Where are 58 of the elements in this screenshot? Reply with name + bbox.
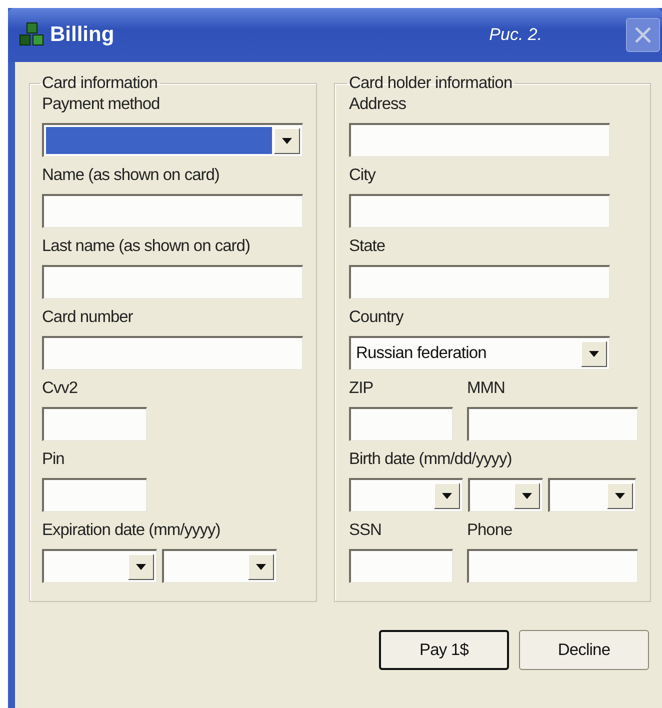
field-label: Card number: [42, 307, 134, 328]
dialog-button[interactable]: Pay 1$: [379, 630, 509, 670]
field-label: ZIP: [349, 378, 374, 399]
dropdown-button[interactable]: [274, 128, 300, 154]
dropdown-button[interactable]: [434, 482, 460, 508]
group-title: Card information: [41, 74, 159, 93]
dropdown[interactable]: [42, 123, 303, 157]
input-field[interactable]: [349, 549, 453, 583]
caret-icon: [589, 350, 599, 356]
field-label: Address: [349, 94, 408, 115]
caret-icon: [615, 492, 625, 498]
field-label: Last name (as shown on card): [42, 236, 251, 257]
cubes-icon: [18, 22, 46, 48]
field-label: Phone: [467, 520, 514, 541]
dropdown[interactable]: [42, 549, 157, 583]
caret-icon: [136, 564, 146, 570]
window-title: Billing: [50, 23, 114, 47]
caret-icon: [282, 138, 292, 144]
dropdown[interactable]: [349, 478, 463, 512]
figure-caption: Рис. 2.: [489, 25, 542, 45]
field-label: SSN: [349, 520, 382, 541]
close-icon: [633, 25, 653, 45]
field-label: Pin: [42, 449, 66, 470]
caret-icon: [522, 492, 532, 498]
dropdown[interactable]: [162, 549, 277, 583]
field-label: Cvv2: [42, 378, 79, 399]
caret-icon: [442, 492, 452, 498]
group-title: Card holder information: [348, 74, 514, 93]
input-field[interactable]: [349, 194, 610, 228]
dropdown-button[interactable]: [248, 554, 274, 580]
field-label: Name (as shown on card): [42, 165, 220, 186]
input-field[interactable]: [349, 265, 610, 299]
input-field[interactable]: [467, 407, 638, 441]
field-label: Birth date (mm/dd/yyyy): [349, 449, 513, 470]
dropdown-value: Russian federation: [356, 344, 486, 363]
field-label: Payment method: [42, 94, 161, 115]
input-field[interactable]: [42, 336, 303, 370]
dropdown-button[interactable]: [581, 340, 607, 366]
input-field[interactable]: [42, 407, 147, 441]
input-field[interactable]: [349, 123, 610, 157]
dropdown-button[interactable]: [607, 482, 633, 508]
field-label: City: [349, 165, 377, 186]
input-field[interactable]: [467, 549, 638, 583]
dialog-button[interactable]: Decline: [519, 630, 649, 670]
input-field[interactable]: [42, 265, 303, 299]
field-label: Expiration date (mm/yyyy): [42, 520, 222, 541]
caret-icon: [256, 564, 266, 570]
field-label: Country: [349, 307, 405, 328]
input-field[interactable]: [42, 194, 303, 228]
dropdown[interactable]: Russian federation: [349, 336, 610, 370]
dropdown-button[interactable]: [514, 482, 540, 508]
dropdown[interactable]: [548, 478, 636, 512]
input-field[interactable]: [349, 407, 453, 441]
dropdown-button[interactable]: [128, 554, 154, 580]
input-field[interactable]: [42, 478, 147, 512]
dropdown[interactable]: [468, 478, 543, 512]
field-label: MMN: [467, 378, 506, 399]
field-label: State: [349, 236, 386, 257]
